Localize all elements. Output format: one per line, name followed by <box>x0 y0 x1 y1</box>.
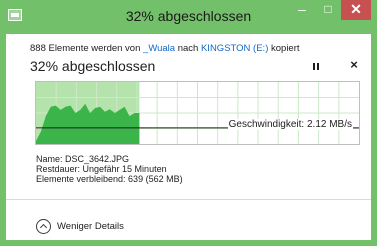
cancel-button[interactable]: × <box>348 58 360 72</box>
fewer-details-label: Weniger Details <box>57 220 124 232</box>
speed-graph-svg <box>36 82 359 144</box>
time-remaining: Restdauer: Ungefähr 15 Minuten <box>36 164 167 174</box>
progress-heading: 32% abgeschlossen <box>30 58 156 74</box>
fewer-details-button[interactable]: Weniger Details <box>36 218 124 234</box>
speed-label: Geschwindigkeit: 2.12 MB/s <box>227 119 353 130</box>
footer-divider <box>6 199 371 200</box>
chevron-up-icon <box>36 218 51 234</box>
speed-graph: Geschwindigkeit: 2.12 MB/s <box>35 81 360 145</box>
copy-middle: nach <box>175 43 201 54</box>
close-button[interactable]: ✕ <box>341 0 371 20</box>
copy-dialog-window: 32% abgeschlossen – □ ✕ 888 Elemente wer… <box>0 0 377 246</box>
copy-prefix: 888 Elemente werden von <box>30 43 144 54</box>
copy-description: 888 Elemente werden von _Wuala nach KING… <box>30 43 300 54</box>
copy-suffix: kopiert <box>268 43 300 54</box>
minimize-button[interactable]: – <box>289 0 315 20</box>
maximize-button[interactable]: □ <box>315 0 341 20</box>
titlebar[interactable]: 32% abgeschlossen – □ ✕ <box>0 0 377 34</box>
pause-button[interactable] <box>311 62 321 72</box>
file-name: Name: DSC_3642.JPG <box>36 154 130 164</box>
destination-drive-link[interactable]: KINGSTON (E:) <box>201 43 268 54</box>
speed-history-area <box>36 103 140 144</box>
source-folder-link[interactable]: _Wuala <box>143 43 175 54</box>
items-remaining: Elemente verbleibend: 639 (562 MB) <box>36 174 183 184</box>
